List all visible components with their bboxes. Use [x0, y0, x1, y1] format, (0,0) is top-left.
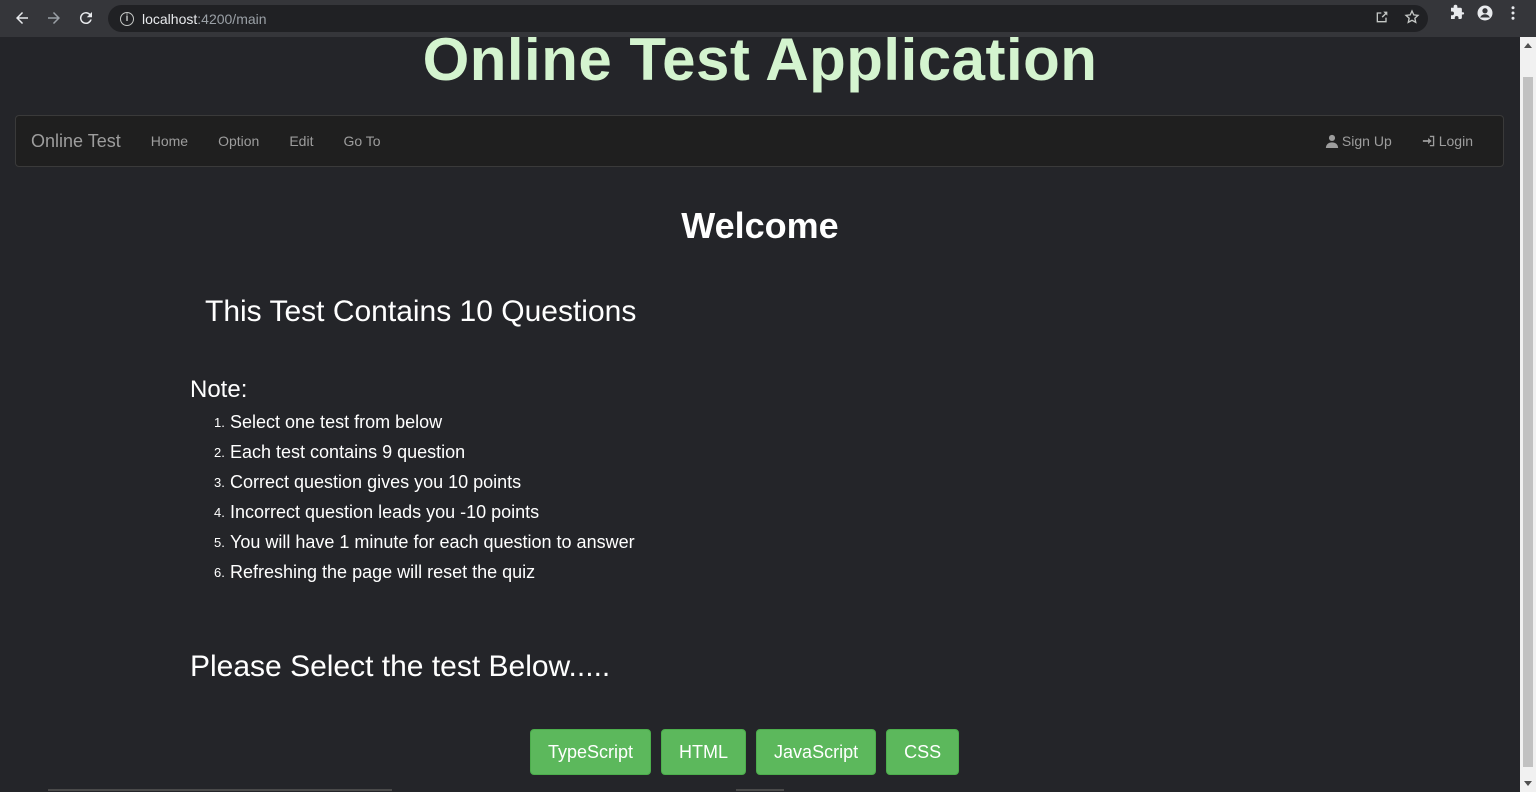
rule-text: Correct question gives you 10 points — [230, 472, 522, 492]
url-path: :4200/main — [197, 10, 267, 27]
forward-icon[interactable] — [38, 2, 70, 34]
rule-item: 4. Incorrect question leads you -10 point… — [214, 499, 635, 529]
navbar: Online Test Home Option Edit Go To Sign … — [15, 115, 1504, 167]
question-count-heading: This Test Contains 10 Questions — [205, 295, 637, 328]
rule-text: Refreshing the page will reset the quiz — [230, 562, 536, 582]
rule-item: 1. Select one test from below — [214, 409, 635, 439]
rule-number: 1. — [214, 415, 225, 430]
signup-label: Sign Up — [1341, 133, 1392, 149]
rule-text: Incorrect question leads you -10 points — [230, 502, 540, 522]
typescript-test-button[interactable]: TypeScript — [530, 729, 652, 775]
menu-kebab-icon[interactable] — [1504, 4, 1522, 27]
rule-number: 3. — [214, 475, 225, 490]
login-icon — [1422, 135, 1434, 147]
bottom-divider — [48, 789, 392, 791]
app-title: Online Test Application — [422, 37, 1098, 93]
nav-home[interactable]: Home — [136, 133, 203, 149]
profile-avatar-icon[interactable] — [1476, 4, 1494, 27]
scroll-down-icon[interactable] — [1524, 781, 1532, 786]
rule-number: 6. — [214, 565, 225, 580]
welcome-heading: Welcome — [681, 205, 839, 246]
rule-item: 3. Correct question gives you 10 points — [214, 469, 635, 499]
select-test-heading: Please Select the test Below..... — [190, 650, 611, 683]
note-label: Note: — [190, 376, 248, 403]
login-link[interactable]: Login — [1407, 133, 1488, 149]
address-bar[interactable]: i localhost:4200/main — [108, 5, 1428, 32]
rule-number: 5. — [214, 535, 225, 550]
rule-number: 4. — [214, 505, 225, 520]
browser-toolbar: i localhost:4200/main — [0, 0, 1536, 37]
page-scrollbar[interactable] — [1520, 37, 1536, 792]
css-test-button[interactable]: CSS — [886, 729, 960, 775]
rule-item: 2. Each test contains 9 question — [214, 439, 635, 469]
html-test-button[interactable]: HTML — [661, 729, 747, 775]
nav-goto[interactable]: Go To — [328, 133, 395, 149]
share-icon[interactable] — [1374, 9, 1390, 30]
rule-item: 6. Refreshing the page will reset the qui… — [214, 559, 635, 589]
scroll-up-icon[interactable] — [1524, 43, 1532, 48]
test-buttons: TypeScript HTML JavaScript CSS — [530, 729, 960, 775]
url-host: localhost — [142, 10, 198, 27]
login-label: Login — [1438, 133, 1473, 149]
nav-option[interactable]: Option — [203, 133, 274, 149]
rule-text: Select one test from below — [230, 412, 443, 432]
navbar-brand[interactable]: Online Test — [16, 131, 136, 152]
scroll-thumb[interactable] — [1523, 77, 1533, 767]
rules-list: 1. Select one test from below 2. Each test… — [214, 409, 635, 589]
extensions-icon[interactable] — [1448, 4, 1466, 27]
signup-link[interactable]: Sign Up — [1310, 133, 1407, 149]
bookmark-star-icon[interactable] — [1404, 9, 1420, 30]
reload-icon[interactable] — [70, 2, 102, 34]
rule-text: Each test contains 9 question — [230, 442, 466, 462]
javascript-test-button[interactable]: JavaScript — [756, 729, 877, 775]
bottom-divider — [736, 789, 784, 791]
user-icon — [1325, 134, 1339, 148]
rule-text: You will have 1 minute for each question… — [230, 532, 635, 552]
site-info-icon[interactable]: i — [120, 11, 134, 26]
rule-item: 5. You will have 1 minute for each questi… — [214, 529, 635, 559]
rule-number: 2. — [214, 445, 225, 460]
page-content: Online Test Application Online Test Home… — [0, 37, 1520, 792]
back-icon[interactable] — [6, 2, 38, 34]
nav-edit[interactable]: Edit — [274, 133, 328, 149]
